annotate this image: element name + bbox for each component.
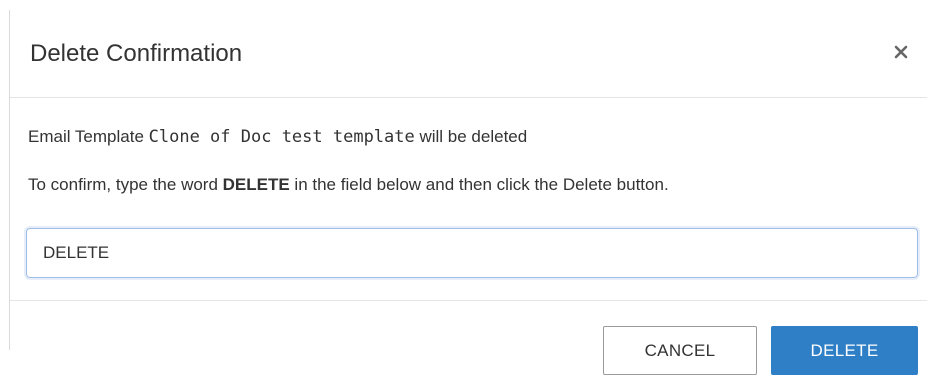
delete-target-message: Email Template Clone of Doc test templat…: [28, 126, 527, 148]
delete-confirmation-dialog: Delete Confirmation Email Template Clone…: [0, 0, 927, 391]
confirm-keyword: DELETE: [222, 175, 290, 194]
dialog-footer: CANCEL DELETE: [10, 301, 927, 391]
template-name: Clone of Doc test template: [148, 127, 415, 147]
instructions-suffix: in the field below and then click the De…: [289, 175, 669, 194]
dialog-title: Delete Confirmation: [30, 40, 243, 67]
confirm-instructions: To confirm, type the word DELETE in the …: [28, 174, 669, 196]
dialog-body: Email Template Clone of Doc test templat…: [10, 98, 927, 301]
cancel-button[interactable]: CANCEL: [603, 326, 757, 375]
message-prefix: Email Template: [28, 127, 149, 146]
message-suffix: will be deleted: [414, 127, 528, 146]
instructions-prefix: To confirm, type the word: [28, 175, 223, 194]
delete-button[interactable]: DELETE: [771, 326, 918, 375]
close-button[interactable]: [889, 40, 913, 64]
close-icon: [894, 45, 908, 59]
confirm-delete-input[interactable]: [26, 228, 918, 278]
dialog-header: Delete Confirmation: [10, 0, 927, 98]
